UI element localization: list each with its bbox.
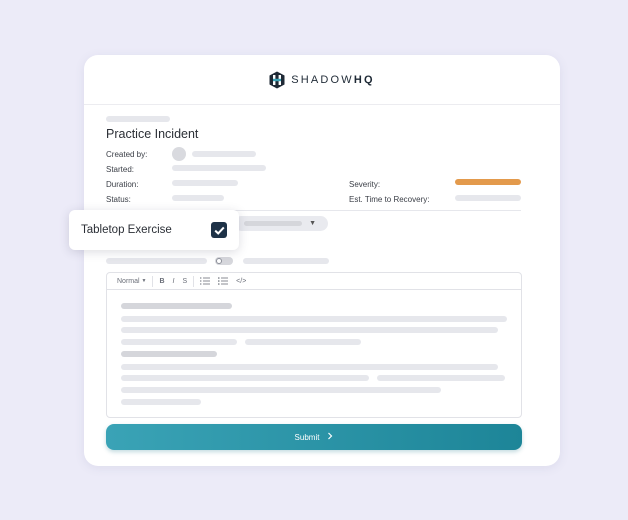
format-select[interactable]: Normal ▼ <box>113 278 150 285</box>
text-line-placeholder <box>121 339 237 345</box>
created-by-value-placeholder <box>192 151 256 157</box>
created-by-label: Created by: <box>106 150 148 159</box>
duration-value-placeholder <box>172 180 238 186</box>
card-header: SHADOWHQ <box>84 55 560 105</box>
caret-down-icon: ▼ <box>141 278 147 284</box>
tabletop-exercise-popover: Tabletop Exercise <box>69 210 239 250</box>
incident-type-select[interactable]: ▼ <box>234 216 328 231</box>
brand-name: SHADOWHQ <box>291 73 375 86</box>
tabletop-exercise-checkbox[interactable] <box>211 222 227 238</box>
est-recovery-value-placeholder <box>455 195 521 201</box>
bold-button[interactable]: B <box>155 278 168 285</box>
strike-button[interactable]: S <box>178 278 191 285</box>
rich-text-editor[interactable]: Normal ▼ B I S </> <box>106 272 522 418</box>
text-line-placeholder <box>121 316 507 322</box>
shadowhq-logo-icon <box>269 71 285 89</box>
submit-button[interactable]: Submit <box>106 424 522 450</box>
text-line-placeholder <box>377 375 505 381</box>
text-line-placeholder <box>245 339 361 345</box>
option-toggle[interactable] <box>215 257 233 265</box>
incident-card: SHADOWHQ Practice Incident Created by: S… <box>84 55 560 466</box>
italic-button[interactable]: I <box>169 278 179 285</box>
toggle-label-placeholder <box>243 258 329 264</box>
started-value-placeholder <box>172 165 266 171</box>
code-button[interactable]: </> <box>232 278 250 285</box>
ordered-list-icon[interactable] <box>196 277 214 285</box>
editor-toolbar: Normal ▼ B I S </> <box>107 273 521 290</box>
option-label-placeholder <box>106 258 207 264</box>
text-line-placeholder <box>121 399 201 405</box>
toolbar-separator <box>152 275 154 287</box>
est-recovery-label: Est. Time to Recovery: <box>349 195 430 204</box>
breadcrumb-placeholder <box>106 116 170 122</box>
text-line-placeholder <box>121 327 498 333</box>
tabletop-exercise-label: Tabletop Exercise <box>81 224 172 236</box>
select-value-placeholder <box>244 221 302 226</box>
toolbar-separator <box>193 275 195 287</box>
submit-label: Submit <box>294 432 320 442</box>
text-line-placeholder <box>121 303 232 309</box>
avatar <box>172 147 186 161</box>
severity-indicator <box>455 179 521 185</box>
checkmark-icon <box>214 226 225 235</box>
status-label: Status: <box>106 195 131 204</box>
text-line-placeholder <box>121 351 217 357</box>
status-value-placeholder <box>172 195 224 201</box>
chevron-right-icon <box>327 432 333 442</box>
started-label: Started: <box>106 165 135 174</box>
caret-down-icon: ▼ <box>309 220 316 227</box>
text-line-placeholder <box>121 387 441 393</box>
incident-title: Practice Incident <box>106 127 199 141</box>
text-line-placeholder <box>121 375 369 381</box>
bullet-list-icon[interactable] <box>214 277 232 285</box>
duration-label: Duration: <box>106 180 139 189</box>
text-line-placeholder <box>121 364 498 370</box>
severity-label: Severity: <box>349 180 381 189</box>
